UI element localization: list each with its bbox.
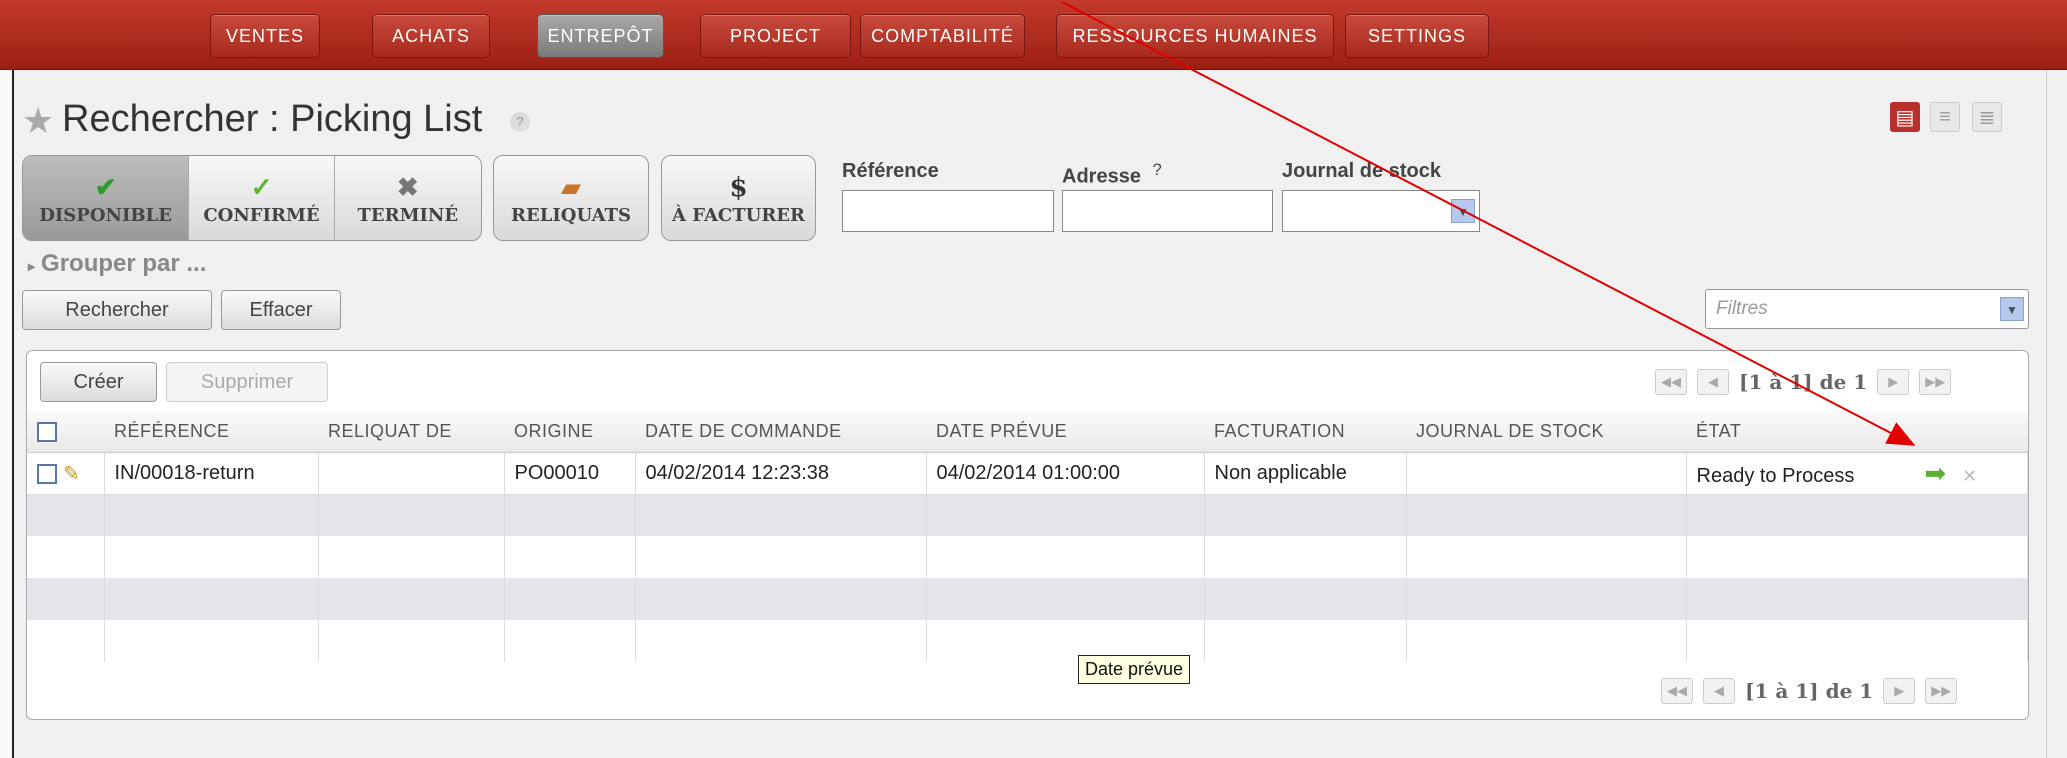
annotation-arrow bbox=[1061, 1, 1916, 446]
